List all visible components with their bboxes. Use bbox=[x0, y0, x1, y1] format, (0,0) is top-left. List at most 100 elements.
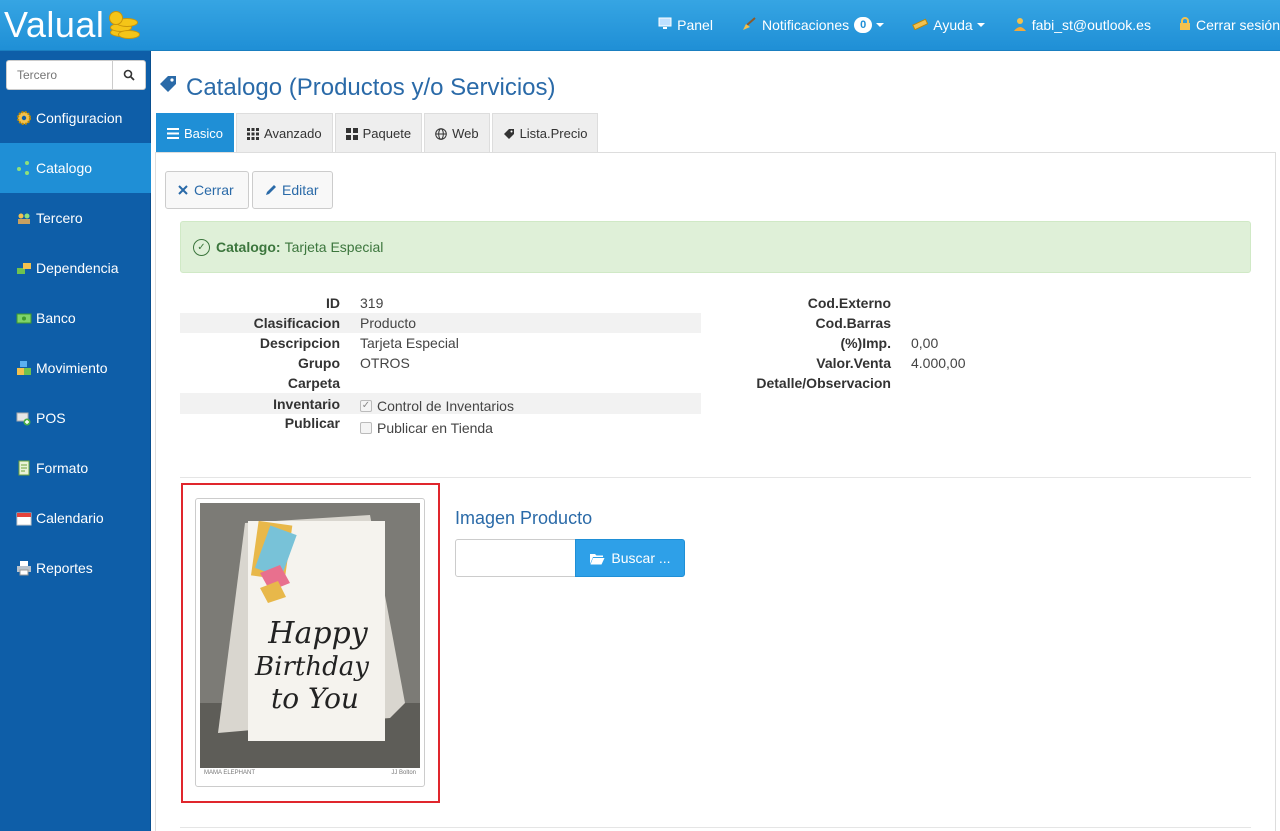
success-alert: ✓ Catalogo: Tarjeta Especial bbox=[180, 221, 1251, 273]
chevron-down-icon bbox=[976, 23, 985, 27]
chevron-down-icon bbox=[876, 23, 885, 27]
page-title-text: Catalogo (Productos y/o Servicios) bbox=[186, 74, 556, 101]
app-logo[interactable]: Valual bbox=[4, 4, 141, 45]
sidebar-item-banco[interactable]: Banco bbox=[0, 293, 151, 343]
publicar-checkbox[interactable] bbox=[360, 422, 372, 434]
globe-icon bbox=[435, 127, 447, 140]
lock-icon bbox=[1179, 16, 1191, 34]
catalog-icon bbox=[16, 160, 32, 176]
sidebar-item-label: Movimiento bbox=[36, 360, 108, 376]
nav-user-label: fabi_st@outlook.es bbox=[1031, 17, 1151, 33]
nav-logout-label: Cerrar sesión bbox=[1195, 17, 1280, 33]
boxes-icon bbox=[16, 360, 32, 376]
sidebar-item-tercero[interactable]: Tercero bbox=[0, 193, 151, 243]
broom-icon bbox=[741, 16, 757, 34]
tab-avanzado[interactable]: Avanzado bbox=[236, 113, 333, 153]
search-input[interactable] bbox=[6, 60, 112, 90]
tab-label: Paquete bbox=[362, 126, 412, 141]
alert-value: Tarjeta Especial bbox=[284, 239, 384, 255]
detail-value: Producto bbox=[360, 315, 417, 331]
detail-row-carpeta: Carpeta bbox=[180, 373, 701, 393]
tab-label: Lista.Precio bbox=[519, 126, 588, 141]
sidebar-item-pos[interactable]: POS bbox=[0, 393, 151, 443]
detail-label: Carpeta bbox=[287, 375, 340, 391]
building-icon bbox=[16, 260, 32, 276]
cerrar-label: Cerrar bbox=[194, 182, 234, 198]
alert-label: Catalogo: bbox=[216, 239, 281, 255]
editar-button[interactable]: Editar bbox=[252, 171, 333, 209]
caption-right: JJ Bolton bbox=[391, 770, 416, 776]
detail-label: ID bbox=[326, 295, 340, 311]
people-icon bbox=[16, 210, 32, 226]
search-button[interactable] bbox=[112, 60, 146, 90]
tab-label: Avanzado bbox=[264, 126, 322, 141]
divider bbox=[180, 827, 1251, 828]
sidebar-item-label: POS bbox=[36, 410, 66, 426]
detail-row-clasificacion: Clasificacion Producto bbox=[180, 313, 701, 333]
nav-panel[interactable]: Panel bbox=[644, 0, 727, 50]
buscar-button[interactable]: Buscar ... bbox=[575, 539, 685, 577]
document-icon bbox=[16, 460, 32, 476]
sidebar-item-dependencia[interactable]: Dependencia bbox=[0, 243, 151, 293]
detail-value: 4.000,00 bbox=[911, 355, 966, 371]
detail-row-publicar: Publicar Publicar en Tienda bbox=[180, 415, 701, 437]
file-path-input[interactable] bbox=[455, 539, 576, 577]
detail-label: Detalle/Observacion bbox=[756, 375, 891, 391]
tab-basico[interactable]: Basico bbox=[156, 113, 235, 153]
detail-label: (%)Imp. bbox=[840, 335, 891, 351]
sidebar-item-label: Catalogo bbox=[36, 160, 93, 176]
nav-panel-label: Panel bbox=[677, 17, 713, 33]
calendar-icon bbox=[16, 510, 32, 526]
editar-label: Editar bbox=[282, 182, 319, 198]
nav-ayuda[interactable]: Ayuda bbox=[898, 0, 998, 50]
nav-notificaciones[interactable]: Notificaciones 0 bbox=[727, 0, 898, 50]
tab-paquete[interactable]: Paquete bbox=[334, 113, 423, 153]
detail-label: Inventario bbox=[273, 395, 340, 412]
sidebar-item-label: Tercero bbox=[36, 210, 83, 226]
divider bbox=[180, 477, 1251, 478]
detail-value: Tarjeta Especial bbox=[360, 335, 459, 351]
notification-count-badge: 0 bbox=[854, 17, 873, 33]
detail-row-valor-venta: Valor.Venta 4.000,00 bbox=[711, 353, 1251, 373]
detail-label: Valor.Venta bbox=[816, 355, 891, 371]
detail-row-detalle: Detalle/Observacion bbox=[711, 373, 1251, 393]
detail-label: Descripcion bbox=[259, 335, 340, 351]
detail-row-imp: (%)Imp. 0,00 bbox=[711, 333, 1251, 353]
image-section-title: Imagen Producto bbox=[455, 508, 593, 528]
photo-caption: MAMA ELEPHANT JJ Bolton bbox=[200, 770, 420, 782]
cerrar-button[interactable]: Cerrar bbox=[165, 171, 249, 209]
sidebar-item-label: Reportes bbox=[36, 560, 93, 576]
search-icon bbox=[123, 69, 135, 81]
sidebar-item-reportes[interactable]: Reportes bbox=[0, 543, 151, 593]
logo-text: Valual bbox=[4, 4, 105, 45]
sidebar-item-formato[interactable]: Formato bbox=[0, 443, 151, 493]
sidebar-item-catalogo[interactable]: Catalogo bbox=[0, 143, 151, 193]
printer-icon bbox=[16, 560, 32, 576]
sidebar-item-configuracion[interactable]: Configuracion bbox=[0, 93, 151, 143]
caption-left: MAMA ELEPHANT bbox=[204, 770, 256, 776]
tag-icon bbox=[158, 74, 178, 102]
card-text-happy: Happy bbox=[267, 616, 368, 651]
user-icon bbox=[1013, 17, 1027, 34]
detail-value: 319 bbox=[360, 295, 384, 311]
sidebar-search bbox=[6, 60, 146, 90]
tab-web[interactable]: Web bbox=[424, 113, 490, 153]
package-icon bbox=[345, 127, 358, 140]
nav-user[interactable]: fabi_st@outlook.es bbox=[999, 0, 1165, 50]
sidebar-item-movimiento[interactable]: Movimiento bbox=[0, 343, 151, 393]
tab-bar: Basico Avanzado Paquete Web Lista.Precio bbox=[156, 113, 600, 153]
tag-icon bbox=[503, 128, 515, 140]
close-icon bbox=[178, 185, 188, 195]
top-navbar: Valual Panel Notificaciones 0 Ayuda fabi… bbox=[0, 0, 1280, 51]
nav-logout[interactable]: Cerrar sesión bbox=[1165, 0, 1280, 50]
gear-icon bbox=[16, 110, 32, 126]
detail-row-grupo: Grupo OTROS bbox=[180, 353, 701, 373]
detail-row-id: ID 319 bbox=[180, 293, 701, 313]
tab-lista-precio[interactable]: Lista.Precio bbox=[491, 113, 599, 153]
inventario-checkbox[interactable]: ✓ bbox=[360, 399, 372, 412]
check-circle-icon: ✓ bbox=[193, 238, 210, 256]
detail-value: Control de Inventarios bbox=[377, 397, 514, 414]
sidebar-item-calendario[interactable]: Calendario bbox=[0, 493, 151, 543]
grid-icon bbox=[247, 127, 260, 140]
sidebar: Configuracion Catalogo Tercero Dependenc… bbox=[0, 51, 151, 831]
